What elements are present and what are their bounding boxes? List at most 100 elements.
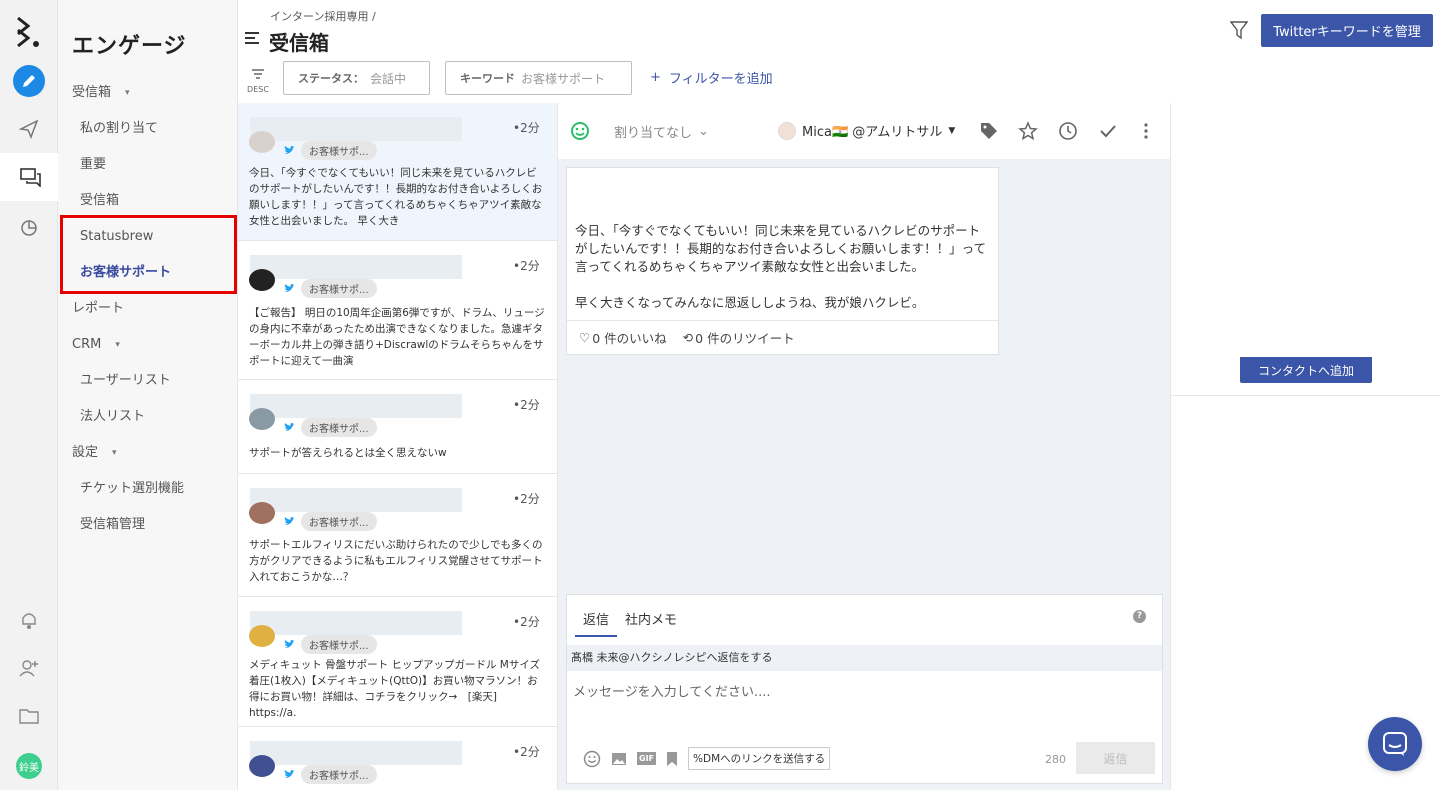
- sort-toggle[interactable]: DESC: [244, 68, 272, 94]
- link-icon: %: [693, 753, 703, 765]
- engage-nav[interactable]: [0, 153, 58, 201]
- keyword-tag: お客様サポ...: [284, 279, 377, 298]
- nav-group-crm-label: CRM: [72, 337, 102, 352]
- compose-button[interactable]: [13, 65, 45, 97]
- avatar: [249, 408, 275, 430]
- keyword-pill: お客様サポ...: [301, 512, 377, 531]
- nav-item-ticket[interactable]: チケット選別機能: [80, 479, 184, 499]
- assign-dropdown[interactable]: 割り当てなし ⌄: [614, 122, 709, 141]
- nav-group-inbox[interactable]: 受信箱 ▾: [72, 83, 130, 103]
- filter-icon[interactable]: [1230, 20, 1248, 40]
- tab-reply[interactable]: 返信: [575, 595, 618, 637]
- plus-icon: +: [650, 70, 661, 85]
- name-placeholder: [250, 488, 462, 512]
- nav-group-settings[interactable]: 設定 ▾: [72, 443, 117, 463]
- add-user-icon: [19, 660, 38, 677]
- manage-twitter-keywords-button[interactable]: Twitterキーワードを管理: [1261, 14, 1433, 47]
- nav-item-report[interactable]: レポート: [72, 299, 124, 319]
- nav-item-corp-list[interactable]: 法人リスト: [80, 407, 145, 427]
- smile-icon[interactable]: [570, 121, 590, 141]
- sort-label: DESC: [247, 85, 269, 94]
- publish-nav[interactable]: [0, 105, 58, 153]
- nav-item-user-list[interactable]: ユーザーリスト: [80, 371, 171, 391]
- clock-icon[interactable]: [1058, 121, 1078, 141]
- chat-bubble-icon: [1383, 732, 1407, 756]
- message-input[interactable]: メッセージを入力してください....: [573, 681, 771, 700]
- retweet-icon: ⟲: [682, 330, 694, 345]
- conversation-text: 【ご報告】 明日の10周年企画第6弾ですが、ドラム、リュージの身内に不幸があった…: [249, 307, 545, 367]
- divider: [1171, 395, 1440, 396]
- conversation-time: •2分: [513, 745, 540, 759]
- retweet-stat[interactable]: ⟲ 0 件のリツイート: [683, 328, 795, 347]
- breadcrumb[interactable]: インターン採用専用 /: [270, 8, 376, 24]
- conversation-item[interactable]: •2分 お客様サポ... サポートが答えられるとは全く思えないw: [238, 380, 557, 474]
- help-icon[interactable]: ?: [1133, 610, 1146, 623]
- keyword-pill: お客様サポ...: [301, 141, 377, 160]
- emoji-icon[interactable]: [583, 750, 601, 768]
- statusbrew-logo[interactable]: [14, 14, 44, 50]
- like-stat[interactable]: ♡ 0 件のいいね: [579, 328, 667, 347]
- conversation-item[interactable]: •2分 お客様サポ...: [238, 727, 557, 790]
- bookmark-icon[interactable]: [666, 751, 678, 767]
- gif-icon[interactable]: GIF: [637, 752, 657, 765]
- conversation-time: •2分: [513, 615, 540, 629]
- reply-tabs: 返信 社内メモ: [575, 595, 685, 637]
- caret-down-icon: ▼: [948, 125, 956, 136]
- avatar: [249, 131, 275, 153]
- support-chat-button[interactable]: [1368, 717, 1422, 771]
- conversation-item[interactable]: •2分 お客様サポ... 今日、「今すぐでなくてもいい！同じ未来を見ているハクレ…: [238, 103, 557, 241]
- conversation-time: •2分: [513, 492, 540, 506]
- notifications-nav[interactable]: [0, 596, 58, 644]
- conversation-item[interactable]: •2分 お客様サポ... メディキュット 骨盤サポート ヒップアップガードル M…: [238, 597, 557, 727]
- more-vert-icon[interactable]: [1138, 121, 1154, 141]
- twitter-icon: [284, 423, 295, 431]
- image-icon[interactable]: [611, 751, 627, 767]
- avatar: [249, 755, 275, 777]
- tag-icon[interactable]: [979, 121, 999, 141]
- reply-to-line: 髙橋 未来@ハクシノレシピへ返信をする: [567, 645, 1162, 671]
- chevron-down-icon: ▾: [115, 340, 120, 350]
- nav-item-important[interactable]: 重要: [80, 155, 106, 175]
- nav-group-inbox-label: 受信箱: [72, 85, 112, 100]
- keyword-tag: お客様サポ...: [284, 141, 377, 160]
- conversation-panel: 割り当てなし ⌄ Mica🇮🇳 @アムリトサル ▼ 今日、「今すぐでなくてもいい…: [558, 103, 1170, 790]
- twitter-icon: [284, 146, 295, 154]
- message-body: 今日、「今すぐでなくてもいい！同じ未来を見ているハクレビのサポートがしたいんです…: [575, 222, 990, 312]
- name-placeholder: [250, 741, 462, 765]
- like-count: 0 件のいいね: [592, 331, 667, 346]
- keyword-filter[interactable]: キーワード お客様サポート: [445, 61, 632, 95]
- folder-nav[interactable]: [0, 692, 58, 740]
- status-filter[interactable]: ステータス： 会話中: [283, 61, 430, 95]
- name-placeholder: [250, 394, 462, 418]
- folder-icon: [19, 709, 39, 724]
- engage-nav-panel: エンゲージ 受信箱 ▾ 私の割り当て 重要 受信箱 Statusbrew お客様サ…: [58, 0, 238, 790]
- conversation-item[interactable]: •2分 お客様サポ... サポートエルフィリスにだいぶ助けられたので少しでも多く…: [238, 474, 557, 597]
- nav-item-inbox[interactable]: 受信箱: [80, 191, 119, 211]
- check-icon[interactable]: [1098, 121, 1118, 141]
- keyword-pill: お客様サポ...: [301, 765, 377, 784]
- dm-link-button[interactable]: %DMへのリンクを送信する: [688, 747, 831, 770]
- menu-icon[interactable]: [245, 32, 259, 46]
- keyword-tag: お客様サポ...: [284, 635, 377, 654]
- reply-box: 返信 社内メモ ? 髙橋 未来@ハクシノレシピへ返信をする メッセージを入力して…: [566, 594, 1163, 784]
- retweet-count: 0 件のリツイート: [695, 331, 795, 346]
- conversation-item[interactable]: •2分 お客様サポ... 【ご報告】 明日の10周年企画第6弾ですが、ドラム、リ…: [238, 241, 557, 380]
- contact-name: Mica🇮🇳 @アムリトサル: [802, 125, 943, 140]
- add-user-nav[interactable]: [0, 644, 58, 692]
- user-avatar[interactable]: 鈴美: [16, 753, 42, 779]
- contact-dropdown[interactable]: Mica🇮🇳 @アムリトサル ▼: [778, 121, 955, 140]
- add-filter-button[interactable]: + フィルターを追加: [650, 68, 773, 87]
- nav-group-crm[interactable]: CRM ▾: [72, 335, 120, 355]
- star-icon[interactable]: [1018, 121, 1038, 141]
- conversation-list: •2分 お客様サポ... 今日、「今すぐでなくてもいい！同じ未来を見ているハクレ…: [238, 103, 558, 790]
- analytics-nav[interactable]: [0, 203, 58, 251]
- send-button[interactable]: 返信: [1076, 742, 1155, 774]
- nav-item-my-assign[interactable]: 私の割り当て: [80, 119, 158, 139]
- twitter-icon: [284, 640, 295, 648]
- left-rail: 鈴美: [0, 0, 58, 790]
- nav-item-inbox-manage[interactable]: 受信箱管理: [80, 515, 145, 535]
- add-contact-button[interactable]: コンタクトへ追加: [1240, 357, 1372, 383]
- message-paragraph: 早く大きくなってみんなに恩返ししようね、我が娘ハクレビ。: [575, 295, 925, 310]
- keyword-pill: お客様サポ...: [301, 279, 377, 298]
- tab-internal-memo[interactable]: 社内メモ: [617, 595, 685, 637]
